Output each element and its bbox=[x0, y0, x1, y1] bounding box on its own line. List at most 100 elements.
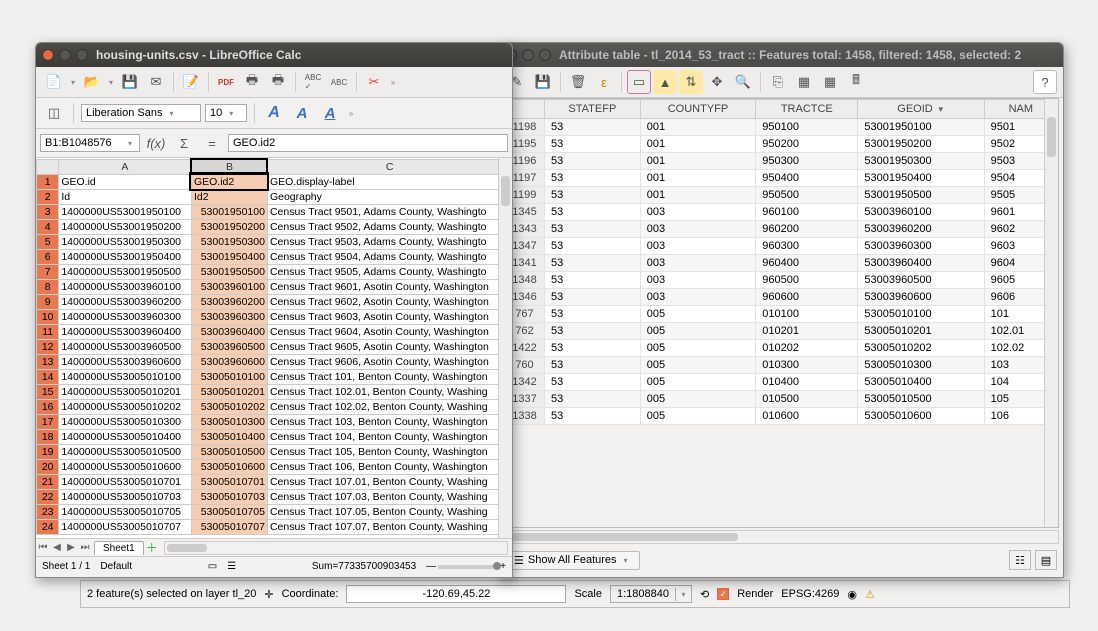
cell[interactable]: 53005010100 bbox=[191, 369, 267, 384]
attr-cell[interactable]: 950100 bbox=[756, 119, 858, 136]
attr-cell[interactable]: 003 bbox=[640, 238, 756, 255]
cell[interactable]: Census Tract 9603, Asotin County, Washin… bbox=[267, 309, 511, 324]
table-view-icon[interactable]: ▤ bbox=[1035, 550, 1057, 570]
attr-cell[interactable]: 950300 bbox=[756, 153, 858, 170]
row-header[interactable]: 11 bbox=[37, 324, 59, 339]
attr-cell[interactable]: 960400 bbox=[756, 255, 858, 272]
cell[interactable]: 1400000US53005010705 bbox=[59, 504, 192, 519]
cell[interactable]: 1400000US53001950500 bbox=[59, 264, 192, 279]
calc-titlebar[interactable]: housing-units.csv - LibreOffice Calc bbox=[36, 43, 512, 67]
cell[interactable]: Census Tract 9503, Adams County, Washing… bbox=[267, 234, 511, 249]
attr-cell[interactable]: 53 bbox=[545, 153, 641, 170]
calc-hscrollbar[interactable] bbox=[164, 541, 508, 555]
refresh-icon[interactable]: ⟲ bbox=[700, 588, 709, 601]
row-header[interactable]: 2 bbox=[37, 189, 59, 204]
delete-selected-icon[interactable]: 🗑 bbox=[566, 70, 590, 94]
attr-cell[interactable]: 53003960500 bbox=[858, 272, 984, 289]
render-checkbox[interactable]: ✓ bbox=[717, 588, 729, 600]
attr-cell[interactable]: 003 bbox=[640, 204, 756, 221]
cell[interactable]: 53001950300 bbox=[191, 234, 267, 249]
maximize-icon[interactable] bbox=[539, 49, 551, 61]
row-header[interactable]: 19 bbox=[37, 444, 59, 459]
cell[interactable]: Census Tract 9605, Asotin County, Washin… bbox=[267, 339, 511, 354]
field-calc-icon[interactable]: 🖩 bbox=[844, 70, 868, 94]
attr-cell[interactable]: 003 bbox=[640, 221, 756, 238]
export-pdf-icon[interactable]: PDF bbox=[214, 70, 238, 94]
minimize-icon[interactable] bbox=[59, 49, 71, 61]
attr-cell[interactable]: 53 bbox=[545, 408, 641, 425]
attr-cell[interactable]: 010300 bbox=[756, 357, 858, 374]
attr-cell[interactable]: 950400 bbox=[756, 170, 858, 187]
attr-vscrollbar[interactable] bbox=[1044, 99, 1058, 527]
attr-cell[interactable]: 005 bbox=[640, 357, 756, 374]
form-view-icon[interactable]: ☷ bbox=[1009, 550, 1031, 570]
attr-cell[interactable]: 005 bbox=[640, 340, 756, 357]
cell[interactable]: 1400000US53005010701 bbox=[59, 474, 192, 489]
delete-column-icon[interactable]: ▦ bbox=[792, 70, 816, 94]
cell[interactable]: 1400000US53005010300 bbox=[59, 414, 192, 429]
row-header[interactable]: 9 bbox=[37, 294, 59, 309]
tab-nav[interactable]: ⏮◀▶⏭ bbox=[36, 542, 92, 553]
attr-cell[interactable]: 53005010201 bbox=[858, 323, 984, 340]
bold-icon[interactable]: A bbox=[262, 101, 286, 125]
cell[interactable]: Census Tract 101, Benton County, Washing… bbox=[267, 369, 511, 384]
cell[interactable]: 1400000US53003960300 bbox=[59, 309, 192, 324]
attr-cell[interactable]: 950200 bbox=[756, 136, 858, 153]
cell[interactable]: Census Tract 102.01, Benton County, Wash… bbox=[267, 384, 511, 399]
cell[interactable]: 53003960500 bbox=[191, 339, 267, 354]
cell[interactable]: 1400000US53005010707 bbox=[59, 519, 192, 534]
cell[interactable]: 1400000US53005010202 bbox=[59, 399, 192, 414]
row-header[interactable]: 3 bbox=[37, 204, 59, 219]
cell[interactable]: 53001950200 bbox=[191, 219, 267, 234]
cell[interactable]: 53005010707 bbox=[191, 519, 267, 534]
move-top-icon[interactable]: ▲ bbox=[653, 70, 677, 94]
cell[interactable]: 1400000US53003960500 bbox=[59, 339, 192, 354]
cell[interactable]: 1400000US53005010400 bbox=[59, 429, 192, 444]
cell[interactable]: GEO.id2 bbox=[191, 174, 267, 189]
cell[interactable]: Census Tract 9601, Asotin County, Washin… bbox=[267, 279, 511, 294]
new-column-icon[interactable]: ▦ bbox=[818, 70, 842, 94]
fx-icon[interactable]: f(x) bbox=[144, 131, 168, 155]
attr-cell[interactable]: 53001950200 bbox=[858, 136, 984, 153]
sheet-tab[interactable]: Sheet1 bbox=[94, 541, 144, 555]
deselect-all-icon[interactable]: ▭ bbox=[627, 70, 651, 94]
attr-cell[interactable]: 003 bbox=[640, 255, 756, 272]
attr-cell[interactable]: 010600 bbox=[756, 408, 858, 425]
cell[interactable]: 53005010705 bbox=[191, 504, 267, 519]
corner-cell[interactable] bbox=[37, 159, 59, 174]
attr-cell[interactable]: 001 bbox=[640, 119, 756, 136]
cell[interactable]: 53005010701 bbox=[191, 474, 267, 489]
attr-cell[interactable]: 53 bbox=[545, 187, 641, 204]
attr-col-header[interactable]: TRACTCE bbox=[756, 100, 858, 119]
attr-cell[interactable]: 53 bbox=[545, 221, 641, 238]
save-icon[interactable]: 💾 bbox=[118, 70, 142, 94]
email-icon[interactable]: ✉ bbox=[144, 70, 168, 94]
cell[interactable]: Id2 bbox=[191, 189, 267, 204]
row-header[interactable]: 16 bbox=[37, 399, 59, 414]
attr-cell[interactable]: 960100 bbox=[756, 204, 858, 221]
cell[interactable]: 53003960400 bbox=[191, 324, 267, 339]
calc-vscrollbar[interactable] bbox=[498, 158, 512, 538]
attr-cell[interactable]: 005 bbox=[640, 306, 756, 323]
zoom-slider[interactable]: —+ bbox=[426, 561, 506, 572]
attr-cell[interactable]: 53 bbox=[545, 374, 641, 391]
attr-col-header[interactable]: STATEFP bbox=[545, 100, 641, 119]
cell[interactable]: 53005010400 bbox=[191, 429, 267, 444]
cell[interactable]: Census Tract 9604, Asotin County, Washin… bbox=[267, 324, 511, 339]
row-header[interactable]: 20 bbox=[37, 459, 59, 474]
cell[interactable]: Census Tract 9602, Asotin County, Washin… bbox=[267, 294, 511, 309]
cell[interactable]: 53005010600 bbox=[191, 459, 267, 474]
cell[interactable]: GEO.display-label bbox=[267, 174, 511, 189]
row-header[interactable]: 23 bbox=[37, 504, 59, 519]
attr-cell[interactable]: 53 bbox=[545, 136, 641, 153]
attr-cell[interactable]: 010100 bbox=[756, 306, 858, 323]
attr-cell[interactable]: 53 bbox=[545, 170, 641, 187]
toolbar-more-icon[interactable]: » bbox=[388, 78, 398, 87]
attr-hscrollbar[interactable] bbox=[503, 530, 1059, 544]
col-header[interactable]: A bbox=[59, 159, 192, 174]
cell[interactable]: 1400000US53005010100 bbox=[59, 369, 192, 384]
attr-cell[interactable]: 53003960400 bbox=[858, 255, 984, 272]
attr-table-area[interactable]: STATEFPCOUNTYFPTRACTCEGEOID▼NAM 11985300… bbox=[503, 98, 1059, 528]
cell[interactable]: 53003960600 bbox=[191, 354, 267, 369]
row-header[interactable]: 13 bbox=[37, 354, 59, 369]
